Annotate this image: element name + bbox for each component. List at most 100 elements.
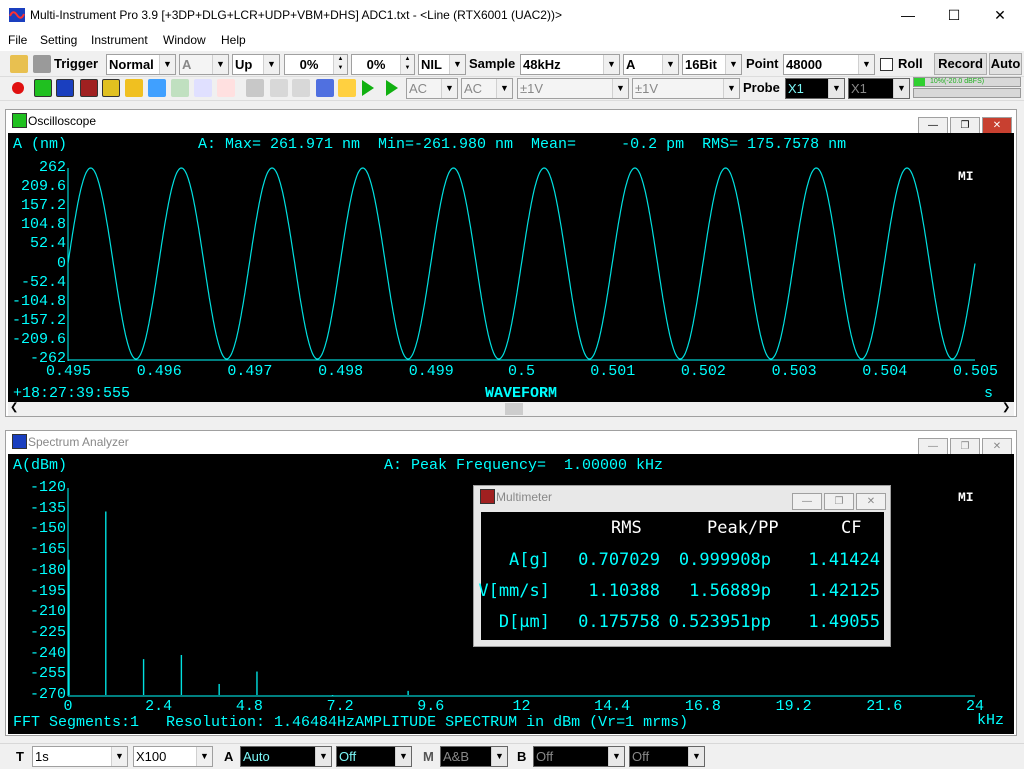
- trigger-level-spinner[interactable]: 0% ▲ ▼: [284, 54, 348, 75]
- mm-row-label: D[µm]: [498, 612, 550, 632]
- minimize-icon[interactable]: —: [918, 117, 948, 134]
- osc-horizontal-scrollbar[interactable]: ❮ ❯: [8, 402, 1014, 416]
- menu-help[interactable]: Help: [221, 33, 246, 47]
- chevron-down-icon: ▼: [723, 79, 739, 98]
- b-second-select[interactable]: Off ▼: [629, 746, 705, 767]
- ddc-icon[interactable]: [217, 79, 235, 97]
- menu-bar: File Setting Instrument Window Help: [0, 30, 1024, 51]
- auto-button[interactable]: Auto: [989, 53, 1022, 75]
- mm-header-peak: Peak/PP: [707, 518, 779, 538]
- dut-icon[interactable]: [148, 79, 166, 97]
- b-select[interactable]: Off ▼: [533, 746, 625, 767]
- coupling-b-select[interactable]: AC ▼: [461, 78, 513, 99]
- multimeter-title-bar[interactable]: Multimeter — ❐ ✕: [474, 486, 890, 510]
- waveform-icon[interactable]: [125, 79, 143, 97]
- chevron-down-icon: ▼: [159, 55, 175, 74]
- record-button[interactable]: Record: [934, 53, 987, 75]
- coupling-a-select[interactable]: AC ▼: [406, 78, 458, 99]
- menu-file[interactable]: File: [8, 33, 27, 47]
- mm-row-label: V[mm/s]: [478, 581, 550, 601]
- save-icon[interactable]: [33, 55, 51, 73]
- probe-a-select[interactable]: X1 ▼: [785, 78, 845, 99]
- spinner-arrows-icon: ▲ ▼: [333, 55, 347, 74]
- roll-label: Roll: [898, 56, 923, 71]
- sample-rate-select[interactable]: 48kHz ▼: [520, 54, 620, 75]
- window-title: Multi-Instrument Pro 3.9 [+3DP+DLG+LCR+U…: [30, 8, 562, 22]
- chevron-down-icon: ▼: [395, 747, 411, 766]
- menu-window[interactable]: Window: [163, 33, 206, 47]
- close-icon[interactable]: ✕: [982, 438, 1012, 455]
- speaker-icon[interactable]: [338, 79, 356, 97]
- m-label: M: [423, 749, 434, 764]
- trigger-channel-select[interactable]: A ▼: [179, 54, 229, 75]
- channel-b-math-icon[interactable]: [292, 79, 310, 97]
- open-folder-icon[interactable]: [10, 55, 28, 73]
- chevron-down-icon: ▼: [603, 55, 619, 74]
- ddp-icon[interactable]: [194, 79, 212, 97]
- chevron-down-icon: ▼: [449, 55, 465, 74]
- sample-label: Sample: [469, 56, 516, 71]
- time-select[interactable]: 1s ▼: [32, 746, 128, 767]
- spectrum-analyzer-icon[interactable]: [56, 79, 74, 97]
- oscilloscope-title: Oscilloscope: [28, 114, 97, 128]
- probe-b-select[interactable]: X1 ▼: [848, 78, 910, 99]
- zoom-select[interactable]: X100 ▼: [133, 746, 213, 767]
- range-b-select[interactable]: ±1V ▼: [632, 78, 740, 99]
- trigger-edge-select[interactable]: Up ▼: [232, 54, 280, 75]
- roll-checkbox[interactable]: [880, 58, 893, 71]
- m-select[interactable]: A&B ▼: [440, 746, 508, 767]
- minimize-icon[interactable]: —: [918, 438, 948, 455]
- close-icon[interactable]: ✕: [856, 493, 886, 510]
- phase-plot-icon[interactable]: [102, 79, 120, 97]
- oscilloscope-display[interactable]: A (nm) A: Max= 261.971 nm Min=-261.980 n…: [8, 133, 1014, 402]
- trigger-delay-spinner[interactable]: 0% ▲ ▼: [351, 54, 415, 75]
- play-icon[interactable]: [362, 80, 374, 96]
- bits-select[interactable]: 16Bit ▼: [682, 54, 742, 75]
- oscilloscope-icon[interactable]: [34, 79, 52, 97]
- window-function-select[interactable]: NIL ▼: [418, 54, 466, 75]
- chevron-down-icon: ▼: [441, 79, 457, 98]
- calibration-icon[interactable]: [316, 79, 334, 97]
- scroll-right-icon[interactable]: ❯: [1002, 402, 1010, 413]
- close-button[interactable]: ✕: [977, 0, 1023, 30]
- channel-select[interactable]: A ▼: [623, 54, 679, 75]
- maximize-button[interactable]: ☐: [931, 0, 977, 30]
- app-logo-icon: [9, 8, 25, 22]
- maximize-icon: ☐: [947, 7, 961, 23]
- restore-icon[interactable]: ❐: [950, 117, 980, 134]
- minimize-button[interactable]: —: [885, 0, 931, 30]
- spinner-arrows-icon: ▲ ▼: [400, 55, 414, 74]
- menu-instrument[interactable]: Instrument: [91, 33, 148, 47]
- range-a-select[interactable]: ±1V ▼: [517, 78, 629, 99]
- mm-row-peak: 0.999908p: [678, 550, 771, 570]
- play-once-icon[interactable]: [386, 80, 398, 96]
- printer-icon[interactable]: [246, 79, 264, 97]
- channel-a-math-icon[interactable]: [270, 79, 288, 97]
- osc-plot: [67, 167, 976, 361]
- restore-icon[interactable]: ❐: [824, 493, 854, 510]
- point-label: Point: [746, 56, 779, 71]
- points-select[interactable]: 48000 ▼: [783, 54, 875, 75]
- scroll-thumb[interactable]: [505, 403, 523, 415]
- title-bar: Multi-Instrument Pro 3.9 [+3DP+DLG+LCR+U…: [0, 0, 1024, 30]
- close-icon[interactable]: ✕: [982, 117, 1012, 134]
- menu-setting[interactable]: Setting: [40, 33, 77, 47]
- spectrum-analyzer-icon: [12, 434, 27, 449]
- trigger-mode-select[interactable]: Normal ▼: [106, 54, 176, 75]
- multimeter-icon[interactable]: [80, 79, 98, 97]
- mm-row-cf: 1.42125: [808, 581, 880, 601]
- signal-generator-icon[interactable]: [171, 79, 189, 97]
- spectrum-title-bar[interactable]: Spectrum Analyzer — ❐ ✕: [6, 431, 1016, 455]
- input-level-meter-b: [913, 88, 1021, 98]
- record-dot-icon[interactable]: [12, 82, 24, 94]
- restore-icon[interactable]: ❐: [950, 438, 980, 455]
- mm-row-peak: 1.56889p: [689, 581, 771, 601]
- mm-row-peak: 0.523951pp: [668, 612, 771, 632]
- mm-row-rms: 1.10388: [588, 581, 660, 601]
- oscilloscope-title-bar[interactable]: Oscilloscope — ❐ ✕: [6, 110, 1016, 134]
- scroll-left-icon[interactable]: ❮: [10, 402, 18, 413]
- minimize-icon[interactable]: —: [792, 493, 822, 510]
- a-select[interactable]: Auto ▼: [240, 746, 332, 767]
- toolbar-main: Trigger Normal ▼ A ▼ Up ▼ 0% ▲ ▼ 0% ▲ ▼ NIL ▼ Sa…: [0, 51, 1024, 77]
- a-second-select[interactable]: Off ▼: [336, 746, 412, 767]
